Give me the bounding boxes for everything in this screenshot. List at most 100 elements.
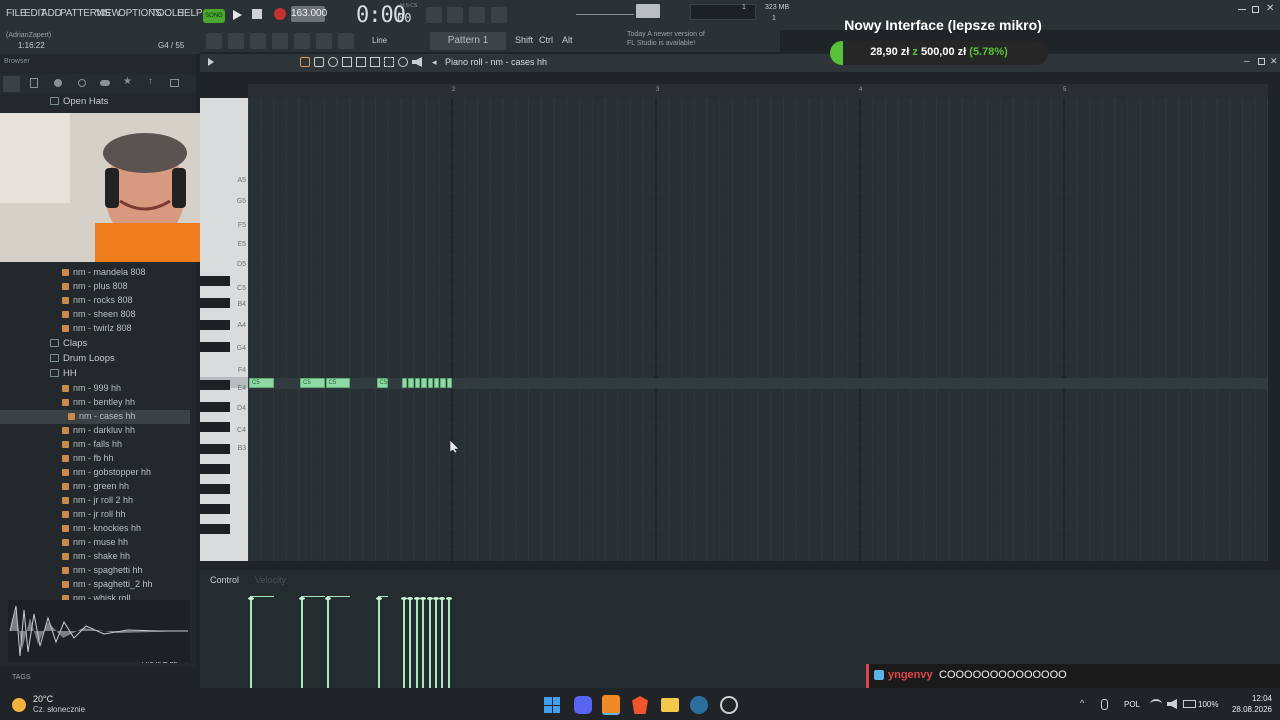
velocity-bar[interactable] xyxy=(426,597,433,688)
browser-icon[interactable] xyxy=(294,33,310,49)
playlist-icon[interactable] xyxy=(206,33,222,49)
browser-file[interactable]: nm - jr roll 2 hh xyxy=(0,494,190,508)
black-key[interactable] xyxy=(200,422,230,432)
slice-tool-icon[interactable] xyxy=(370,57,380,67)
browser-file[interactable]: nm - darkluv hh xyxy=(0,424,190,438)
note[interactable]: C5 xyxy=(325,378,350,388)
black-key[interactable] xyxy=(200,402,230,412)
note[interactable] xyxy=(421,378,427,388)
black-key[interactable] xyxy=(200,298,230,308)
tray-chevron-icon[interactable]: ^ xyxy=(1080,698,1084,708)
note[interactable]: C5 xyxy=(300,378,325,388)
menu-help[interactable]: HELP xyxy=(177,8,203,19)
song-mode-toggle[interactable]: SONG xyxy=(203,9,225,23)
piano-roll-maximize-icon[interactable] xyxy=(1258,58,1265,65)
black-key[interactable] xyxy=(200,276,230,286)
velocity-bar[interactable] xyxy=(420,597,427,688)
black-key[interactable] xyxy=(200,504,230,514)
playback-tool-icon[interactable] xyxy=(412,57,422,67)
volume-icon[interactable] xyxy=(1167,699,1177,709)
record-icon[interactable] xyxy=(274,8,286,20)
browser-star-icon[interactable]: ★ xyxy=(123,76,132,87)
stop-icon[interactable] xyxy=(252,9,262,19)
browser-pin-icon[interactable]: ↑ xyxy=(148,76,153,87)
browser-file[interactable]: nm - rocks 808 xyxy=(0,294,190,308)
file-explorer-icon[interactable] xyxy=(661,698,679,712)
alt-button[interactable]: Alt xyxy=(562,35,573,45)
browser-file[interactable]: nm - cases hh xyxy=(0,410,190,424)
velocity-bar[interactable] xyxy=(413,597,420,688)
browser-file-icon[interactable] xyxy=(30,78,38,88)
weather-icon[interactable] xyxy=(12,698,26,712)
maximize-icon[interactable] xyxy=(1252,6,1259,13)
velocity-bar[interactable] xyxy=(401,597,407,688)
note[interactable] xyxy=(414,378,421,388)
velocity-bar[interactable] xyxy=(375,597,382,688)
velocity-bar[interactable] xyxy=(248,597,254,688)
play-icon[interactable] xyxy=(231,8,243,20)
browser-file[interactable]: nm - knockies hh xyxy=(0,522,190,536)
piano-keyboard[interactable]: A5 G5 F5 E5 D5 C5 B4 A4 G4 F4 E4 D4 C4 B3 xyxy=(200,98,248,561)
piano-roll-close-icon[interactable]: ✕ xyxy=(1270,56,1278,67)
note[interactable]: C5 xyxy=(376,378,389,388)
browser-file[interactable]: nm - plus 808 xyxy=(0,280,190,294)
browser-file[interactable]: nm - falls hh xyxy=(0,438,190,452)
metronome-icon[interactable] xyxy=(491,7,507,23)
snap-selector[interactable]: Line xyxy=(372,36,387,45)
slip-tool-icon[interactable] xyxy=(356,57,366,67)
velocity-bar[interactable] xyxy=(445,597,452,688)
microphone-icon[interactable] xyxy=(338,33,354,49)
select-tool-icon[interactable] xyxy=(384,57,394,67)
speaker-icon[interactable]: ◂ xyxy=(432,57,437,68)
master-volume-slider[interactable] xyxy=(576,14,634,15)
velocity-bar[interactable] xyxy=(407,597,414,688)
velocity-bar[interactable] xyxy=(324,597,331,688)
browser-folder[interactable]: Claps xyxy=(0,337,190,351)
countdown-icon[interactable] xyxy=(447,7,463,23)
mute-tool-icon[interactable] xyxy=(342,57,352,67)
browser-file[interactable]: nm - mandela 808 xyxy=(0,266,190,280)
brave-icon[interactable] xyxy=(632,696,648,714)
note[interactable]: C5 xyxy=(249,378,274,388)
microphone-tray-icon[interactable] xyxy=(1101,699,1108,710)
note-grid[interactable]: C5 C5 C5 C5 xyxy=(248,98,1268,561)
browser-folder[interactable]: Drum Loops xyxy=(0,352,190,366)
channel-rack-icon[interactable] xyxy=(228,33,244,49)
browser-folder[interactable]: Open Hats xyxy=(0,95,190,109)
browser-file[interactable]: nm - jr roll hh xyxy=(0,508,190,522)
black-key[interactable] xyxy=(200,380,230,390)
timeline-ruler[interactable]: 2 3 4 5 xyxy=(248,84,1268,98)
browser-folder-icon[interactable] xyxy=(170,79,179,87)
note[interactable] xyxy=(408,378,414,388)
discord-icon[interactable] xyxy=(574,696,592,714)
browser-speaker-icon[interactable] xyxy=(54,79,62,87)
start-icon[interactable] xyxy=(544,697,560,713)
note[interactable] xyxy=(402,378,408,388)
velocity-bar[interactable] xyxy=(439,597,446,688)
pattern-selector[interactable]: Pattern 1 xyxy=(430,32,506,50)
browser-file[interactable]: nm - muse hh xyxy=(0,536,190,550)
note[interactable] xyxy=(427,378,433,388)
language-indicator[interactable]: POL xyxy=(1124,700,1140,709)
black-key[interactable] xyxy=(200,524,230,534)
note[interactable] xyxy=(440,378,446,388)
browser-plugin-icon[interactable] xyxy=(78,79,86,87)
clock-date[interactable]: 28.08.2026 xyxy=(1222,705,1272,714)
shift-button[interactable]: Shift xyxy=(515,35,533,45)
piano-roll-menu-icon[interactable] xyxy=(208,58,216,66)
browser-folder[interactable]: HH xyxy=(0,367,190,381)
browser-file[interactable]: nm - spaghetti_2 hh xyxy=(0,578,190,592)
obs-icon[interactable] xyxy=(720,696,738,714)
black-key[interactable] xyxy=(200,320,230,330)
black-key[interactable] xyxy=(200,444,230,454)
delete-tool-icon[interactable] xyxy=(328,57,338,67)
browser-file[interactable]: nm - sheen 808 xyxy=(0,308,190,322)
browser-file[interactable]: nm - green hh xyxy=(0,480,190,494)
browser-cloud-icon[interactable] xyxy=(100,80,110,86)
battery-icon[interactable] xyxy=(1183,700,1196,708)
wifi-icon[interactable] xyxy=(1150,699,1162,709)
ctrl-button[interactable]: Ctrl xyxy=(539,35,553,45)
browser-file[interactable]: nm - gobstopper hh xyxy=(0,466,190,480)
fl-studio-icon[interactable] xyxy=(602,695,620,715)
note[interactable] xyxy=(433,378,440,388)
